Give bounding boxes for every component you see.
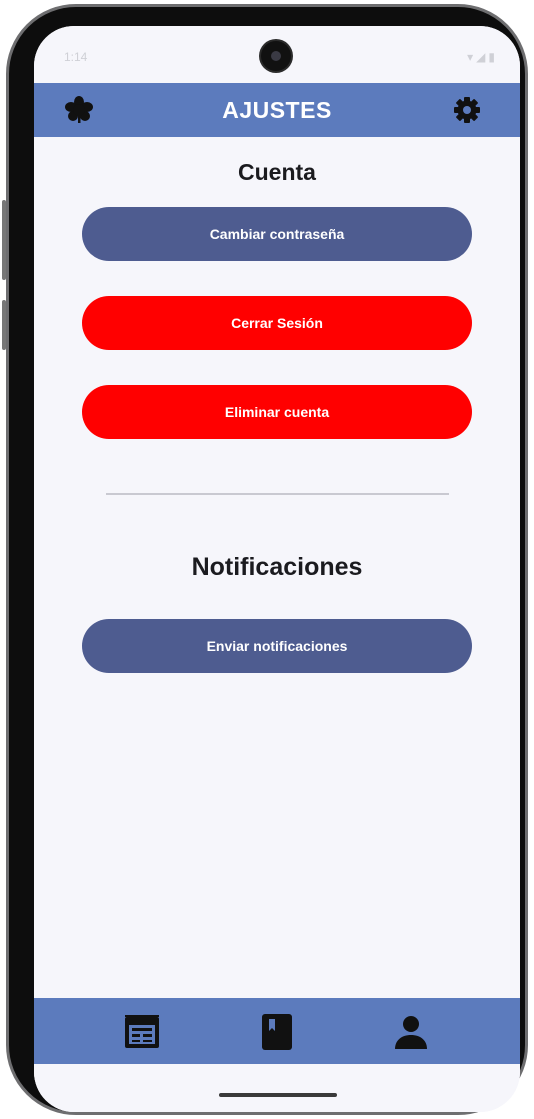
page-title: AJUSTES — [222, 97, 332, 123]
logout-button[interactable]: Cerrar Sesión — [82, 296, 472, 350]
send-notifications-button[interactable]: Enviar notificaciones — [82, 619, 472, 673]
bottom-navigation — [34, 998, 520, 1064]
delete-account-button[interactable]: Eliminar cuenta — [82, 385, 472, 439]
status-icons: ▾◢▮ — [467, 50, 498, 64]
section-divider — [106, 493, 449, 495]
account-section-title: Cuenta — [238, 159, 316, 185]
book-icon[interactable] — [257, 1012, 297, 1052]
home-indicator[interactable] — [219, 1093, 337, 1097]
phone-screen: 1:14 ▾◢▮ AJUSTES Cuenta Cambiar contrase… — [34, 26, 520, 1112]
app-bar: AJUSTES — [34, 83, 520, 137]
change-password-button[interactable]: Cambiar contraseña — [82, 207, 472, 261]
gear-icon[interactable] — [452, 95, 482, 125]
volume-button — [2, 200, 6, 280]
gesture-area — [34, 1064, 520, 1112]
calendar-grid-icon[interactable] — [122, 1012, 162, 1052]
status-bar: 1:14 ▾◢▮ — [34, 26, 520, 83]
camera-cutout — [261, 41, 291, 71]
person-icon[interactable] — [391, 1012, 431, 1052]
power-button — [2, 300, 6, 350]
status-time: 1:14 — [64, 50, 88, 64]
notifications-section-title: Notificaciones — [191, 553, 363, 581]
